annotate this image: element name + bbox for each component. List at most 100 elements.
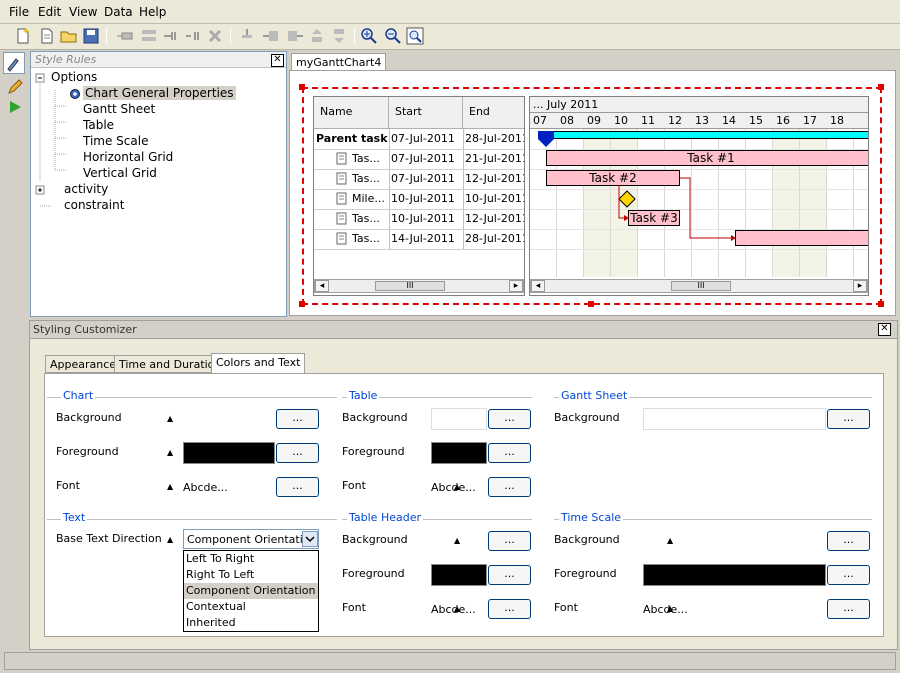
group-title-text: Text [61,511,88,524]
selection-handle[interactable] [299,84,305,90]
chevron-down-icon[interactable] [302,531,318,547]
selection-handle[interactable] [878,301,884,307]
dropdown-option-right-to-left[interactable]: Right To Left [184,567,318,583]
close-icon[interactable]: ✕ [271,54,284,67]
row-start[interactable]: 10-Jul-2011 [391,192,455,205]
chart-foreground-button[interactable]: ... [276,443,319,463]
time-scale-font-button[interactable]: ... [827,599,870,619]
column-header-end[interactable]: End [463,97,524,129]
row-end[interactable]: 28-Jul-2011 [465,132,524,145]
menu-view[interactable]: View [69,5,97,19]
table-header-font-button[interactable]: ... [488,599,531,619]
row-name[interactable]: Mile... [352,192,385,205]
row-name[interactable]: Tas... [352,232,380,245]
dependency-arrows [618,177,736,241]
row-end[interactable]: 10-Jul-2011 [465,192,524,205]
column-header-start[interactable]: Start [389,97,463,129]
scroll-thumb[interactable]: III [671,281,731,291]
row-end[interactable]: 21-Jul-2011 [465,152,524,165]
time-scale-foreground-button[interactable]: ... [827,565,870,585]
row-name[interactable]: Tas... [352,172,380,185]
scroll-left-icon[interactable]: ◂ [315,280,329,292]
zoom-in-icon[interactable] [360,27,378,45]
new-doc-icon[interactable] [38,27,56,45]
scroll-thumb[interactable]: III [375,281,445,291]
toolbar-separator [106,28,107,44]
table-foreground-button[interactable]: ... [488,443,531,463]
dropdown-option-contextual[interactable]: Contextual [184,599,318,615]
pencil-icon[interactable] [6,78,24,96]
table-header-background-button[interactable]: ... [488,531,531,551]
style-rules-tool[interactable] [3,52,25,74]
tree-node-chart-general-properties[interactable]: Chart General Properties [83,86,236,100]
table-header-foreground-button[interactable]: ... [488,565,531,585]
table-hscrollbar[interactable]: ◂ III ▸ [314,279,524,293]
zoom-fit-icon[interactable] [406,27,424,45]
gantt-hscrollbar[interactable]: ◂ III ▸ [530,279,868,293]
chart-font-button[interactable]: ... [276,477,319,497]
chart-font-sample: Abcde... [183,481,228,494]
base-text-direction-select[interactable]: Component Orientation [183,529,319,549]
row-start[interactable]: 07-Jul-2011 [391,172,455,185]
gantt-sheet-background-button[interactable]: ... [827,409,870,429]
move-up-icon[interactable] [238,27,256,45]
dropdown-option-component-orientation[interactable]: Component Orientation [184,583,318,599]
selection-handle[interactable] [299,301,305,307]
tab-mygantt-chart4[interactable]: myGanttChart4 [291,53,387,71]
outdent-icon[interactable] [262,27,280,45]
tree-node-gantt-sheet[interactable]: Gantt Sheet [83,102,155,116]
tree-node-constraint[interactable]: constraint [64,198,124,212]
table-header-foreground-label: Foreground [342,567,405,580]
menu-file[interactable]: File [9,5,29,19]
table-background-button[interactable]: ... [488,409,531,429]
indent-icon[interactable] [116,27,134,45]
indent-right-icon[interactable] [286,27,304,45]
row-name[interactable]: Tas... [352,152,380,165]
row-start[interactable]: 07-Jul-2011 [391,132,455,145]
row-start[interactable]: 14-Jul-2011 [391,232,455,245]
selection-handle[interactable] [588,301,594,307]
tab-appearance[interactable]: Appearance [45,355,122,373]
zoom-out-icon[interactable] [384,27,402,45]
delete-icon[interactable] [206,27,224,45]
scroll-right-icon[interactable]: ▸ [853,280,867,292]
tab-colors-and-text[interactable]: Colors and Text [211,353,306,373]
row-start[interactable]: 10-Jul-2011 [391,212,455,225]
selection-handle[interactable] [878,84,884,90]
tree-node-vertical-grid[interactable]: Vertical Grid [83,166,157,180]
save-icon[interactable] [82,27,100,45]
row-start[interactable]: 07-Jul-2011 [391,152,455,165]
dropdown-option-inherited[interactable]: Inherited [184,615,318,631]
row-name-parent[interactable]: Parent task [316,132,388,145]
link-icon[interactable] [162,27,180,45]
insert-row-icon[interactable] [140,27,158,45]
unlink-icon[interactable] [184,27,202,45]
new-file-icon[interactable] [14,27,32,45]
tree-node-activity[interactable]: activity [64,182,108,196]
table-font-button[interactable]: ... [488,477,531,497]
open-folder-icon[interactable] [60,27,78,45]
move-top-icon[interactable] [308,27,326,45]
scroll-left-icon[interactable]: ◂ [531,280,545,292]
row-end[interactable]: 28-Jul-2011 [465,232,524,245]
tab-time-and-duration[interactable]: Time and Duration [114,355,227,373]
play-icon[interactable] [8,100,22,114]
row-name[interactable]: Tas... [352,212,380,225]
dropdown-option-left-to-right[interactable]: Left To Right [184,551,318,567]
tree-node-options[interactable]: Options [51,70,97,84]
row-end[interactable]: 12-Jul-2011 [465,212,524,225]
menu-help[interactable]: Help [139,5,166,19]
menu-data[interactable]: Data [104,5,133,19]
scroll-right-icon[interactable]: ▸ [509,280,523,292]
tree-node-time-scale[interactable]: Time Scale [83,134,148,148]
close-icon[interactable]: ✕ [878,323,891,336]
tree-node-horizontal-grid[interactable]: Horizontal Grid [83,150,173,164]
move-bottom-icon[interactable] [330,27,348,45]
menu-edit[interactable]: Edit [38,5,61,19]
chart-background-button[interactable]: ... [276,409,319,429]
time-scale-background-button[interactable]: ... [827,531,870,551]
tree-node-table[interactable]: Table [83,118,114,132]
column-header-name[interactable]: Name [314,97,389,129]
table-header-font-sample: Abcde... [431,603,476,616]
row-end[interactable]: 12-Jul-2011 [465,172,524,185]
